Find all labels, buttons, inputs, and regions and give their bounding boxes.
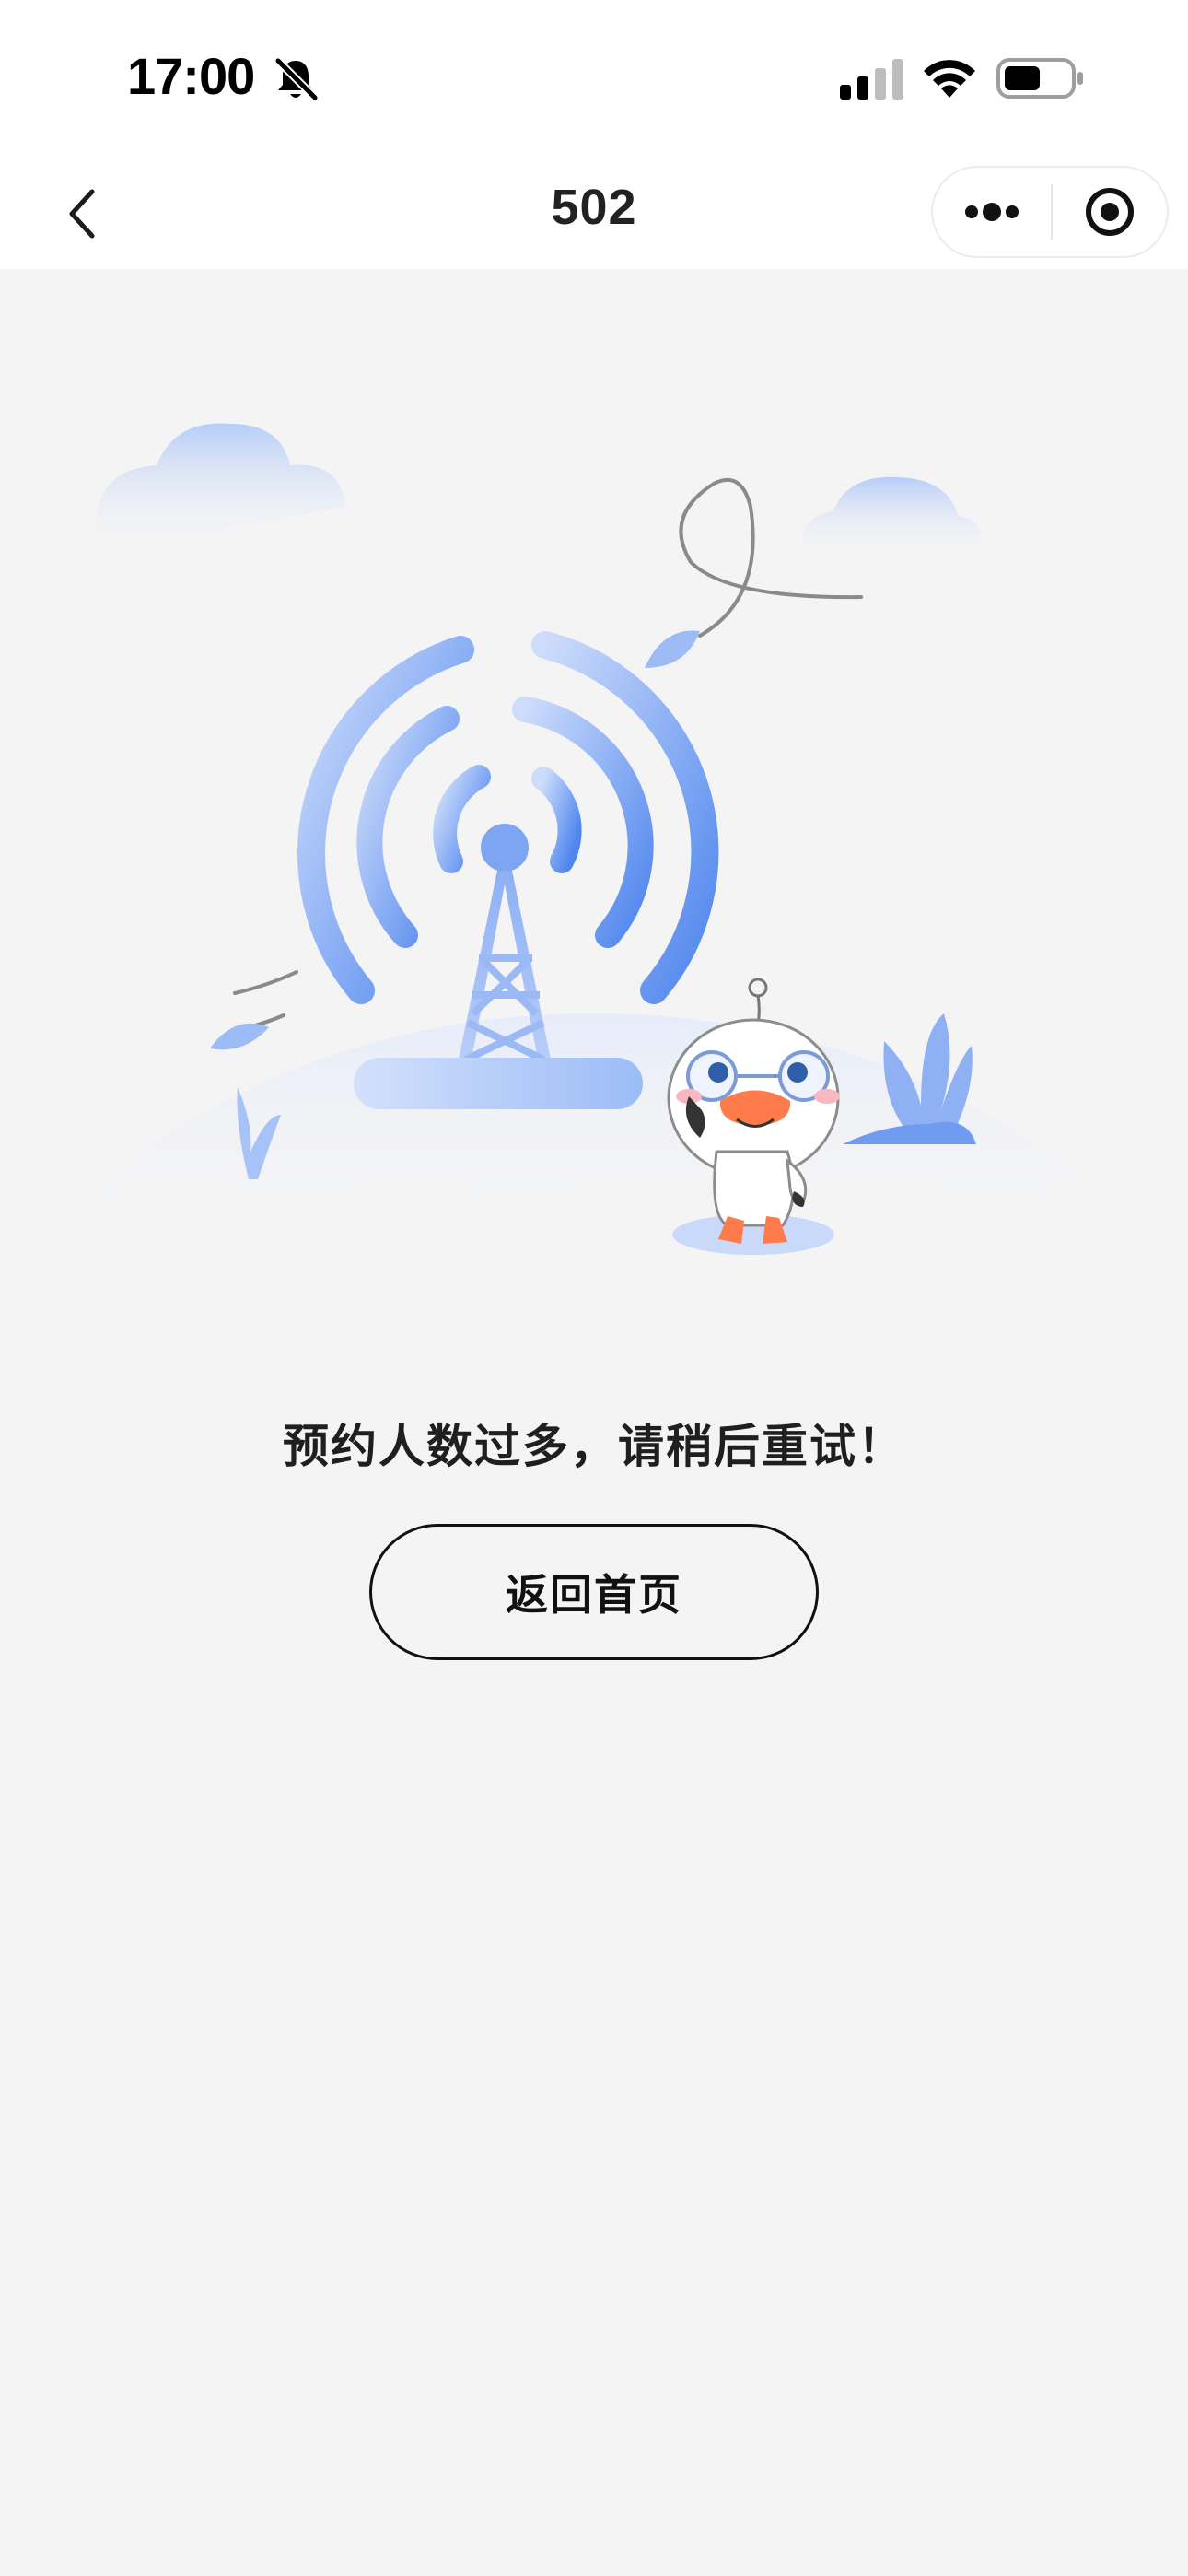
cloud-right: [800, 476, 981, 557]
mini-program-capsule: [931, 166, 1169, 258]
app-root: 17:00 502 预约人数过多，请稍后重试！ 返回首页: [0, 0, 1188, 2576]
status-bar: 17:00: [0, 0, 1188, 157]
close-button[interactable]: [1053, 168, 1167, 256]
error-illustration: [37, 423, 1151, 1255]
more-button[interactable]: [933, 168, 1051, 256]
leaf-left: [210, 1023, 269, 1050]
cloud-left: [96, 423, 346, 553]
return-home-button[interactable]: 返回首页: [369, 1524, 819, 1660]
more-dots-icon: [965, 203, 1019, 221]
leaf-top: [645, 630, 700, 668]
error-message: 预约人数过多，请稍后重试！: [283, 1420, 905, 1473]
bell-slash-icon: [274, 56, 319, 102]
signal-arcs: [297, 631, 719, 1004]
nav-bar: 502: [0, 157, 1188, 269]
return-home-label: 返回首页: [506, 1570, 682, 1620]
ground-hill: [37, 1013, 1151, 1235]
cellular-signal-icon: [840, 59, 903, 100]
signal-tower: [354, 824, 643, 1109]
battery-icon: [996, 58, 1083, 99]
target-close-icon: [1086, 188, 1134, 236]
wifi-icon: [924, 60, 975, 98]
status-time: 17:00: [127, 47, 255, 105]
